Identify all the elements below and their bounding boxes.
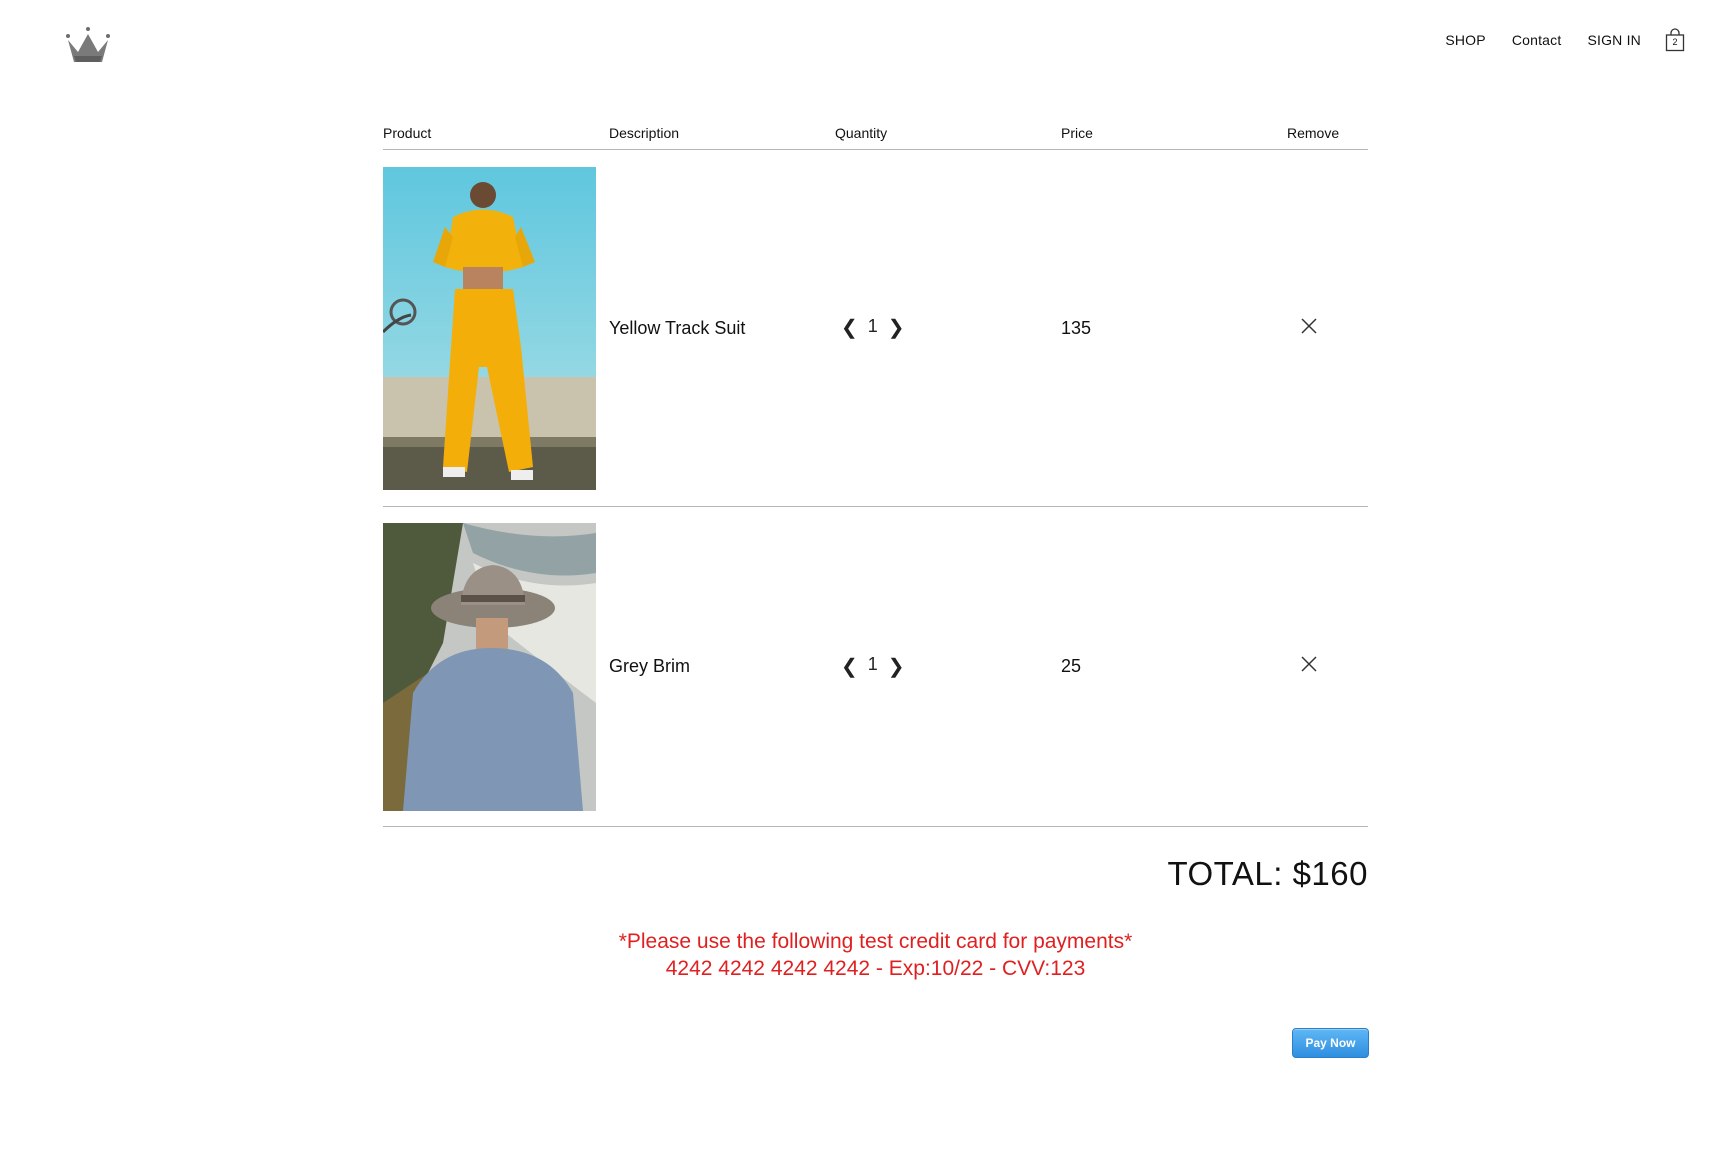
cart-total: TOTAL: $160	[1167, 855, 1368, 892]
remove-cell	[1287, 654, 1368, 679]
main-nav: SHOP Contact SIGN IN 2	[1419, 28, 1685, 52]
table-row: Yellow Track Suit ❮ 1 ❯ 135	[383, 150, 1368, 507]
nav-contact[interactable]: Contact	[1512, 32, 1562, 48]
product-description: Yellow Track Suit	[609, 317, 746, 338]
test-card-notice: *Please use the following test credit ca…	[383, 928, 1368, 982]
increase-quantity-button[interactable]: ❯	[882, 318, 911, 338]
quantity-stepper: ❮ 1 ❯	[835, 654, 1061, 677]
quantity-value: 1	[867, 315, 878, 336]
site-header: SHOP Contact SIGN IN 2	[0, 0, 1725, 100]
decrease-quantity-button[interactable]: ❮	[835, 657, 864, 677]
remove-cell	[1287, 316, 1368, 341]
notice-line-1: *Please use the following test credit ca…	[618, 930, 1133, 953]
notice-line-2: 4242 4242 4242 4242 - Exp:10/22 - CVV:12…	[665, 957, 1086, 980]
table-row: Grey Brim ❮ 1 ❯ 25	[383, 507, 1368, 827]
column-header-remove: Remove	[1287, 125, 1340, 141]
increase-quantity-button[interactable]: ❯	[882, 657, 911, 677]
product-image-grey-brim	[383, 522, 596, 811]
cart-count-badge: 2	[1672, 37, 1678, 47]
product-price: 25	[1061, 656, 1082, 676]
cart-table: Product Description Quantity Price Remov…	[383, 118, 1368, 827]
remove-item-icon[interactable]	[1299, 316, 1319, 336]
cart-button[interactable]: 2	[1665, 28, 1685, 52]
nav-shop[interactable]: SHOP	[1445, 32, 1485, 48]
column-header-price: Price	[1061, 125, 1093, 141]
column-header-quantity: Quantity	[835, 125, 888, 141]
product-price: 135	[1061, 317, 1092, 338]
product-cell	[383, 522, 609, 811]
product-cell	[383, 166, 609, 490]
column-header-description: Description	[609, 125, 680, 141]
product-image-yellow-track-suit	[383, 166, 596, 490]
decrease-quantity-button[interactable]: ❮	[835, 318, 864, 338]
table-header: Product Description Quantity Price Remov…	[383, 118, 1368, 150]
nav-sign-in[interactable]: SIGN IN	[1587, 32, 1641, 48]
product-description: Grey Brim	[609, 656, 690, 676]
pay-now-button[interactable]: Pay Now	[1292, 1028, 1369, 1058]
crown-logo-icon[interactable]	[64, 26, 112, 68]
column-header-product: Product	[383, 125, 432, 141]
quantity-stepper: ❮ 1 ❯	[835, 315, 1061, 339]
quantity-value: 1	[867, 654, 878, 674]
remove-item-icon[interactable]	[1299, 654, 1319, 674]
